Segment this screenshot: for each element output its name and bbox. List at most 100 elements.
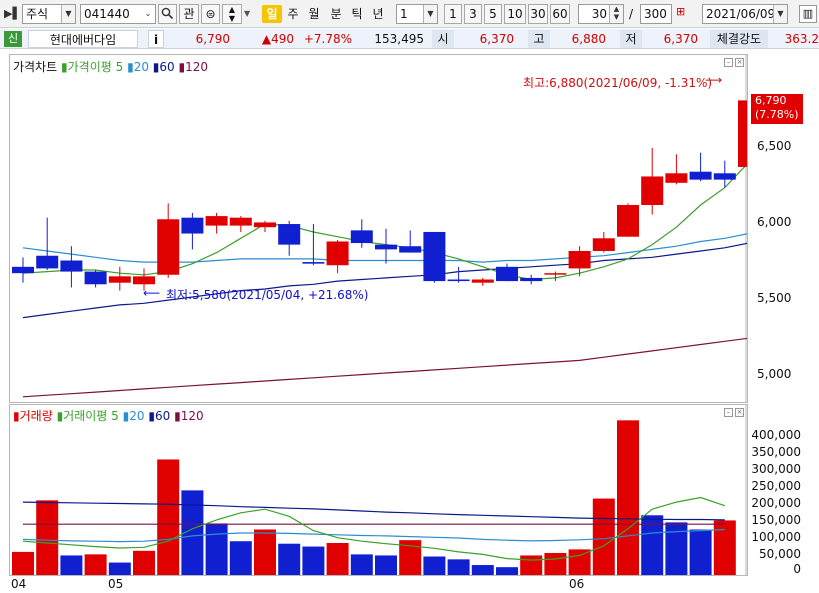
volume-bar — [350, 554, 373, 575]
date-tick-05: 05 — [108, 577, 124, 591]
period-month-button[interactable]: 월 — [305, 5, 323, 23]
candle-body — [12, 266, 34, 274]
strength-value: 363.2 — [784, 32, 819, 46]
period-week-button[interactable]: 주 — [284, 5, 302, 23]
candle-body — [181, 217, 204, 234]
interval-select-value: 1 — [400, 7, 408, 21]
candle-body — [544, 273, 567, 275]
candle-body — [568, 250, 591, 269]
interval-3-button[interactable]: 3 — [464, 4, 482, 24]
high-label: 고 — [528, 30, 550, 48]
stock-info-button[interactable]: i — [148, 30, 164, 48]
volume-bar — [689, 529, 712, 575]
quote-bar: 신 현대에버다임 i 6,790 ▲490 +7.78% 153,495 시 6… — [0, 29, 819, 49]
interval-select[interactable]: 1 ▼ — [396, 4, 438, 24]
volume-bar — [568, 549, 591, 575]
low-annotation: 최저:5,580(2021/05/04, +21.68%) — [166, 288, 369, 302]
date-select[interactable]: 2021/06/09 ▼ — [702, 4, 788, 24]
interval-1-button[interactable]: 1 — [444, 4, 462, 24]
trade-volume: 153,495 — [374, 32, 424, 46]
refresh-button[interactable]: ⊜ — [201, 4, 220, 24]
chevron-down-icon[interactable]: ▼ — [61, 5, 75, 23]
candle-body — [713, 173, 736, 180]
price-chart-panel[interactable]: 가격차트 ▮가격이평 5 ▮20 ▮60 ▮120 – × 최고:6,880(2… — [9, 54, 748, 403]
display-count-input[interactable]: 30 ▲ ▼ — [578, 4, 624, 24]
candle-body — [447, 279, 470, 282]
period-tick-button[interactable]: 틱 — [348, 5, 366, 23]
candle-body — [84, 271, 107, 285]
date-tick-06: 06 — [569, 577, 585, 591]
price-axis: 6,500 6,000 5,500 5,000 6,790 (7.78%) — [749, 54, 819, 403]
volume-tick-200000: 200,000 — [751, 496, 801, 510]
candle-body — [157, 219, 180, 275]
search-button[interactable] — [158, 4, 177, 24]
high-price: 6,880 — [571, 32, 606, 46]
volume-bar — [496, 567, 518, 575]
price-tick-5000: 5,000 — [757, 367, 792, 381]
zoom-icon[interactable]: ⊞ — [676, 5, 685, 18]
current-price-tag: 6,790 (7.78%) — [751, 94, 803, 124]
volume-bar — [592, 498, 615, 575]
candle-body — [617, 205, 639, 237]
period-year-button[interactable]: 년 — [369, 5, 387, 23]
interest-button[interactable]: 관 — [179, 4, 199, 24]
price-tick-5500: 5,500 — [757, 291, 792, 305]
volume-bar — [326, 543, 349, 575]
candle-body — [399, 246, 422, 253]
candle-body — [592, 238, 615, 251]
volume-bar — [471, 565, 494, 575]
total-count-input[interactable]: 300 — [640, 4, 672, 24]
chevron-down-icon[interactable]: ⌄ — [141, 5, 155, 23]
candle-body — [471, 279, 494, 283]
candle-body — [496, 266, 518, 282]
volume-tick-0: 0 — [793, 562, 801, 576]
period-minute-button[interactable]: 분 — [327, 5, 345, 23]
price-tick-6500: 6,500 — [757, 139, 792, 153]
volume-bar — [423, 556, 446, 575]
market-select[interactable]: 주식 ▼ — [22, 4, 76, 24]
volume-chart-panel[interactable]: ▮거래량 ▮거래이평 5 ▮20 ▮60 ▮120 – × — [9, 404, 748, 576]
arrow-left-icon: ⟵ — [143, 286, 161, 300]
low-label: 저 — [620, 30, 642, 48]
volume-bar — [60, 555, 83, 575]
chevron-down-icon[interactable]: ▼ — [423, 5, 437, 23]
volume-bar — [254, 529, 276, 575]
stock-code-input[interactable]: 041440 ⌄ — [80, 4, 156, 24]
ma120-line — [22, 337, 747, 398]
count-separator: / — [629, 7, 634, 21]
strength-label: 체결강도 — [710, 30, 768, 48]
current-price-tag-rate: (7.78%) — [755, 108, 799, 121]
ma60-line — [22, 242, 747, 319]
candle-body — [302, 262, 325, 264]
candle-body — [108, 276, 131, 283]
interval-30-button[interactable]: 30 — [528, 4, 548, 24]
chevron-down-icon[interactable]: ▼ — [773, 5, 787, 23]
stock-name[interactable]: 현대에버다임 — [28, 30, 138, 48]
volume-tick-350000: 350,000 — [751, 445, 801, 459]
toolbar: ▶▌ 주식 ▼ 041440 ⌄ 관 ⊜ ▲ ▼ ▼ 일 주 월 분 틱 년 1 … — [0, 0, 819, 28]
volume-bar — [665, 522, 688, 575]
volume-bar — [302, 546, 325, 575]
volume-bar — [36, 500, 59, 575]
volume-bar — [447, 559, 470, 575]
interval-10-button[interactable]: 10 — [504, 4, 526, 24]
current-price-tag-value: 6,790 — [755, 94, 787, 107]
market-select-value: 주식 — [26, 7, 49, 21]
candle-body — [738, 100, 747, 167]
chevron-down-icon[interactable]: ▼ — [244, 9, 250, 18]
interval-5-button[interactable]: 5 — [484, 4, 502, 24]
volume-bar — [84, 554, 107, 575]
volume-tick-400000: 400,000 — [751, 428, 801, 442]
count-stepper[interactable]: ▲ ▼ — [609, 5, 623, 23]
candle-body — [423, 231, 446, 282]
chart-settings-icon[interactable]: ▥ — [799, 5, 817, 23]
volume-bar — [12, 551, 34, 575]
up-down-stepper[interactable]: ▲ ▼ — [222, 4, 242, 24]
open-label: 시 — [432, 30, 454, 48]
period-today-button[interactable]: 일 — [262, 5, 282, 23]
price-change: ▲490 — [261, 32, 294, 46]
volume-tick-150000: 150,000 — [751, 513, 801, 527]
interval-60-button[interactable]: 60 — [550, 4, 570, 24]
candle-body — [278, 224, 301, 245]
panel-toggle-icon[interactable]: ▶▌ — [4, 7, 21, 21]
